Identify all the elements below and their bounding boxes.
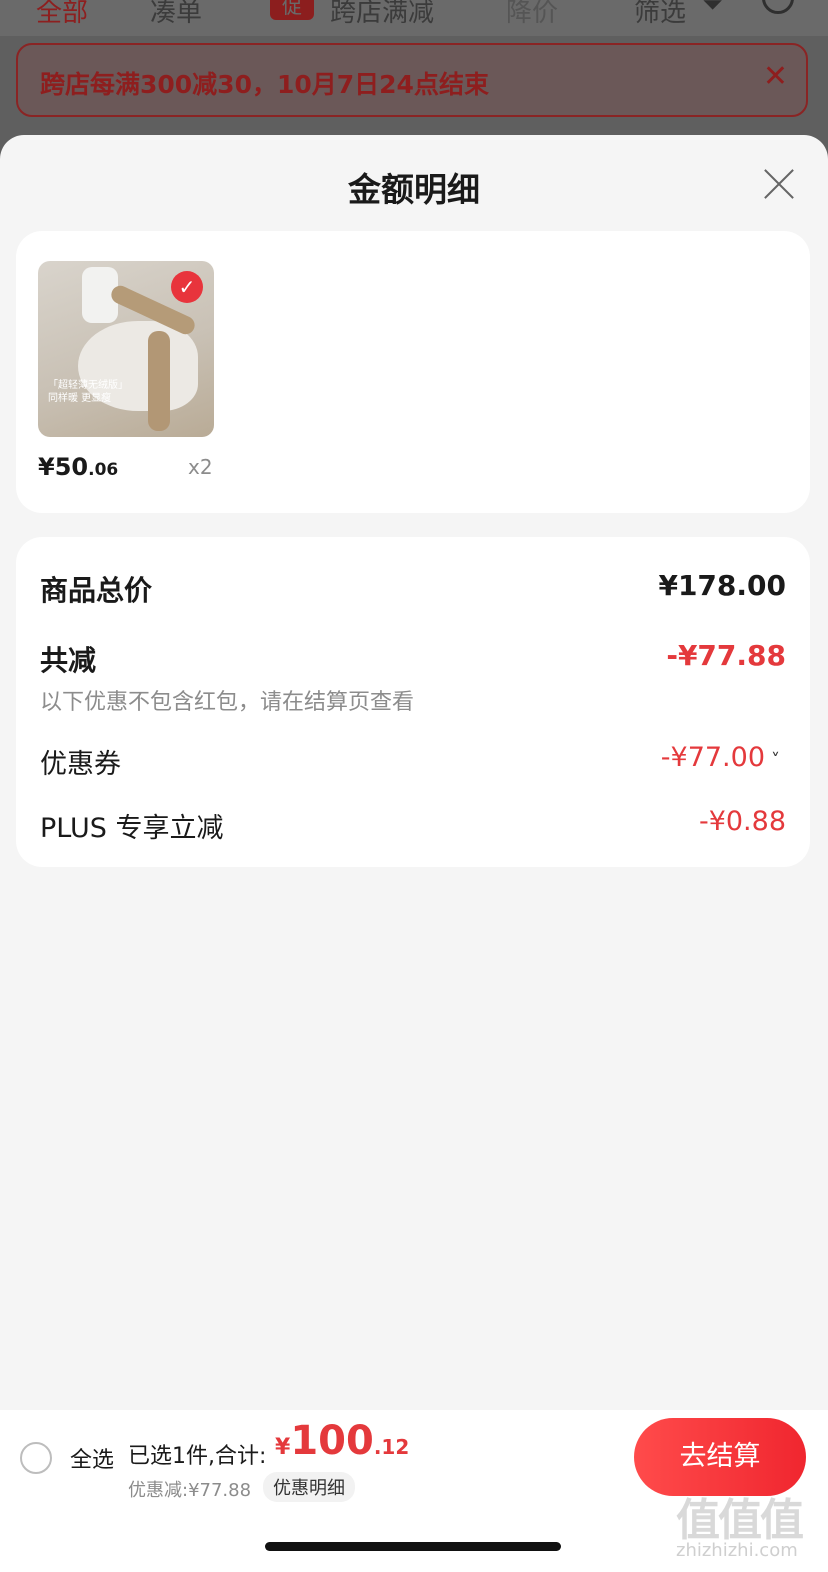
checkout-bar: 全选 已选1件,合计: ¥100.12 优惠减:¥77.88 优惠明细 去结算 … bbox=[0, 1410, 828, 1572]
promo-banner: 跨店每满300减30，10月7日24点结束 ✕ bbox=[16, 43, 808, 117]
select-all-label[interactable]: 全选 bbox=[70, 1442, 114, 1474]
sum-dec: .12 bbox=[373, 1435, 410, 1459]
promo-text: 跨店每满300减30，10月7日24点结束 bbox=[40, 70, 489, 99]
plus-label: PLUS 专享立减 bbox=[40, 813, 224, 844]
thumb-caption: 「超轻薄无绒版」 同样暖 更显瘦 bbox=[48, 379, 128, 405]
coupon-value-row[interactable]: -¥77.00 ˅ bbox=[661, 742, 780, 773]
price-dec: .06 bbox=[88, 460, 119, 480]
plus-value: -¥0.88 bbox=[698, 806, 786, 837]
chevron-down-icon[interactable]: ˅ bbox=[771, 750, 780, 771]
price-int: ¥50 bbox=[38, 453, 89, 481]
close-icon[interactable]: ✕ bbox=[763, 59, 788, 94]
search-icon[interactable] bbox=[762, 0, 794, 14]
total-label: 商品总价 bbox=[40, 574, 153, 607]
promo-badge: 促 bbox=[270, 0, 314, 20]
discount-value: -¥77.88 bbox=[666, 639, 786, 672]
amount-detail-sheet: 金额明细 「超轻薄无绒版」 同样暖 更显瘦 ✓ ¥50.06 x2 商品总价 ¥… bbox=[0, 135, 828, 1572]
product-card: 「超轻薄无绒版」 同样暖 更显瘦 ✓ ¥50.06 x2 bbox=[16, 231, 810, 513]
selected-summary: 已选1件,合计: bbox=[128, 1444, 267, 1469]
product-qty: x2 bbox=[188, 455, 213, 479]
sum-currency: ¥ bbox=[275, 1435, 291, 1460]
thumb-caption-line: 同样暖 更显瘦 bbox=[48, 393, 112, 404]
total-sum: ¥100.12 bbox=[275, 1418, 409, 1464]
filter-icon[interactable]: ⏷ bbox=[702, 0, 723, 21]
summary-card: 商品总价 ¥178.00 共减 -¥77.88 以下优惠不包含红包，请在结算页查… bbox=[16, 537, 810, 867]
sheet-title: 金额明细 bbox=[348, 170, 480, 209]
tab-filter[interactable]: 筛选 bbox=[634, 0, 686, 29]
thumb-decor bbox=[148, 331, 170, 431]
discount-note: 以下优惠不包含红包，请在结算页查看 bbox=[40, 690, 415, 715]
coupon-label: 优惠券 bbox=[40, 749, 121, 780]
tab-price-drop[interactable]: 降价 bbox=[506, 0, 558, 29]
tab-cross-store[interactable]: 跨店满减 bbox=[330, 0, 434, 29]
discount-summary: 优惠减:¥77.88 bbox=[128, 1480, 252, 1501]
coupon-value: -¥77.00 bbox=[660, 742, 765, 773]
product-price: ¥50.06 bbox=[38, 453, 118, 481]
watermark-url: zhizhizhi.com bbox=[676, 1540, 798, 1561]
thumb-caption-line: 「超轻薄无绒版」 bbox=[48, 380, 128, 391]
home-indicator[interactable] bbox=[265, 1542, 561, 1551]
background-tab-bar: 全部 凑单 促 跨店满减 降价 筛选 ⏷ bbox=[0, 0, 828, 36]
tab-bundle[interactable]: 凑单 bbox=[150, 0, 202, 29]
sheet-close-icon[interactable] bbox=[762, 167, 796, 201]
watermark: 值值值 bbox=[676, 1495, 804, 1546]
checkmark-icon[interactable]: ✓ bbox=[171, 271, 203, 303]
product-image[interactable]: 「超轻薄无绒版」 同样暖 更显瘦 ✓ bbox=[38, 261, 214, 437]
discount-label: 共减 bbox=[40, 644, 97, 677]
select-all-radio[interactable] bbox=[20, 1442, 52, 1474]
tab-all[interactable]: 全部 bbox=[36, 0, 88, 29]
sum-int: 100 bbox=[290, 1418, 374, 1464]
total-value: ¥178.00 bbox=[658, 569, 786, 602]
discount-detail-button[interactable]: 优惠明细 bbox=[263, 1472, 355, 1502]
